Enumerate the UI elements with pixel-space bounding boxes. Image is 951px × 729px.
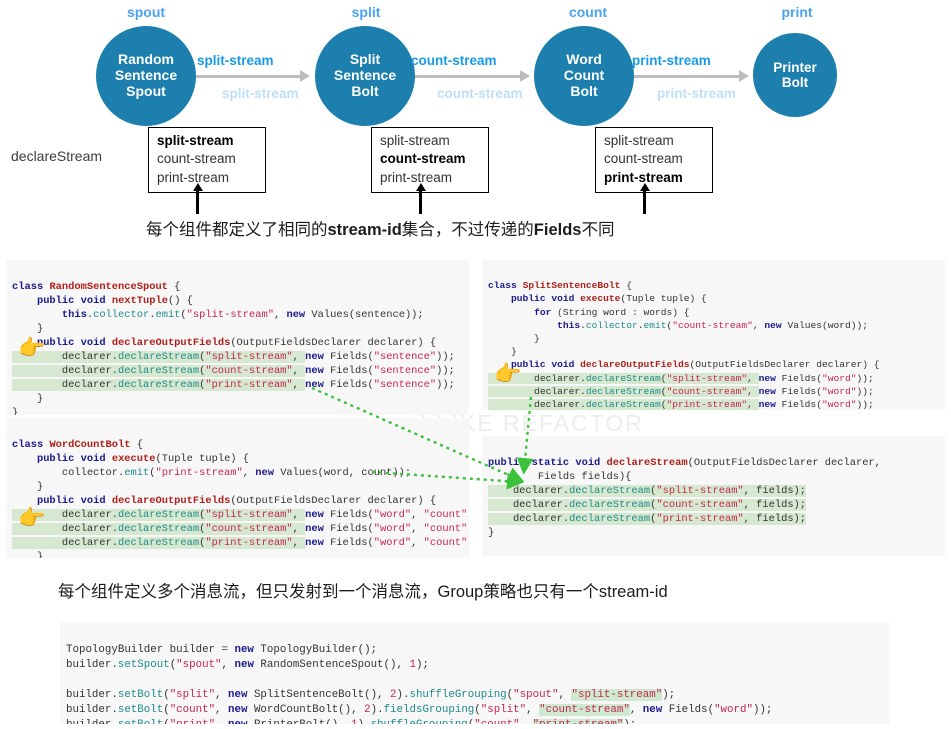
declare-box-count-item-2: print-stream bbox=[604, 169, 683, 185]
declare-stream-caption: declareStream bbox=[11, 148, 103, 164]
declare-box-spout-item-0: split-stream bbox=[157, 133, 234, 148]
code-topology-builder: TopologyBuilder builder = new TopologyBu… bbox=[60, 622, 890, 724]
node-word-count-bolt[interactable]: Word Count Bolt bbox=[534, 26, 634, 126]
node-label-print: print bbox=[781, 4, 813, 20]
caption-middle: 每个组件定义多个消息流，但只发射到一个消息流，Group策略也只有一个strea… bbox=[58, 583, 668, 601]
node-label-count: count bbox=[568, 4, 608, 20]
declare-box-split: split-stream count-stream print-stream bbox=[371, 127, 489, 194]
edge-label-count-stream-faded: count-stream bbox=[437, 86, 523, 101]
edge-split-count-arrowhead bbox=[520, 70, 530, 82]
edge-count-print-arrowhead bbox=[739, 70, 749, 82]
edge-label-count-stream: count-stream bbox=[411, 53, 497, 68]
declare-box-split-item-0: split-stream bbox=[380, 133, 450, 148]
declare-box-count-item-1: count-stream bbox=[604, 151, 683, 167]
node-printer-bolt[interactable]: Printer Bolt bbox=[753, 33, 837, 117]
edge-split-count bbox=[414, 75, 524, 78]
pointing-hand-icon-spout: 👉 bbox=[18, 335, 46, 360]
edge-label-split-stream: split-stream bbox=[197, 53, 274, 68]
node-printer-bolt-label: Printer Bolt bbox=[773, 59, 817, 90]
pointing-hand-icon-wordcount: 👉 bbox=[18, 505, 46, 530]
code-word-count-bolt: class WordCountBolt { public void execut… bbox=[6, 418, 469, 558]
node-word-count-bolt-label: Word Count Bolt bbox=[563, 51, 605, 99]
code-split-sentence-bolt: class SplitSentenceBolt { public void ex… bbox=[482, 260, 945, 410]
edge-label-split-stream-faded: split-stream bbox=[222, 86, 299, 101]
code-static-declare-stream: public static void declareStream(OutputF… bbox=[482, 436, 945, 556]
pointing-hand-icon-split: 👉 bbox=[494, 361, 522, 386]
diagram-page: spout split count print Random Sentence Sp… bbox=[0, 0, 951, 729]
node-label-spout: spout bbox=[126, 4, 166, 20]
declare-box-spout: split-stream count-stream print-stream bbox=[148, 127, 266, 194]
node-random-sentence-spout[interactable]: Random Sentence Spout bbox=[96, 26, 196, 126]
edge-label-print-stream-faded: print-stream bbox=[657, 86, 736, 101]
declare-box-spout-item-1: count-stream bbox=[157, 151, 236, 167]
edge-spout-split-arrowhead bbox=[300, 70, 310, 82]
edge-spout-split bbox=[196, 75, 304, 78]
declare-box-count-pointer bbox=[639, 183, 650, 214]
code-random-sentence-spout: class RandomSentenceSpout { public void … bbox=[6, 260, 469, 415]
edge-label-print-stream: print-stream bbox=[632, 53, 711, 68]
declare-box-count: split-stream count-stream print-stream bbox=[595, 127, 713, 194]
node-split-sentence-bolt-label: Split Sentence Bolt bbox=[333, 51, 397, 99]
node-split-sentence-bolt[interactable]: Split Sentence Bolt bbox=[315, 26, 415, 126]
declare-box-split-item-1: count-stream bbox=[380, 151, 466, 167]
edge-count-print bbox=[633, 75, 743, 78]
declare-box-spout-pointer bbox=[192, 183, 203, 214]
declare-box-split-pointer bbox=[415, 183, 426, 214]
declare-box-split-item-2: print-stream bbox=[380, 169, 453, 185]
declare-box-count-item-0: split-stream bbox=[604, 133, 674, 148]
node-random-sentence-spout-label: Random Sentence Spout bbox=[114, 51, 178, 99]
node-label-split: split bbox=[351, 4, 381, 20]
caption-top: 每个组件都定义了相同的stream-id集合，不过传递的Fields不同 bbox=[146, 221, 615, 239]
declare-box-spout-item-2: print-stream bbox=[157, 169, 230, 185]
